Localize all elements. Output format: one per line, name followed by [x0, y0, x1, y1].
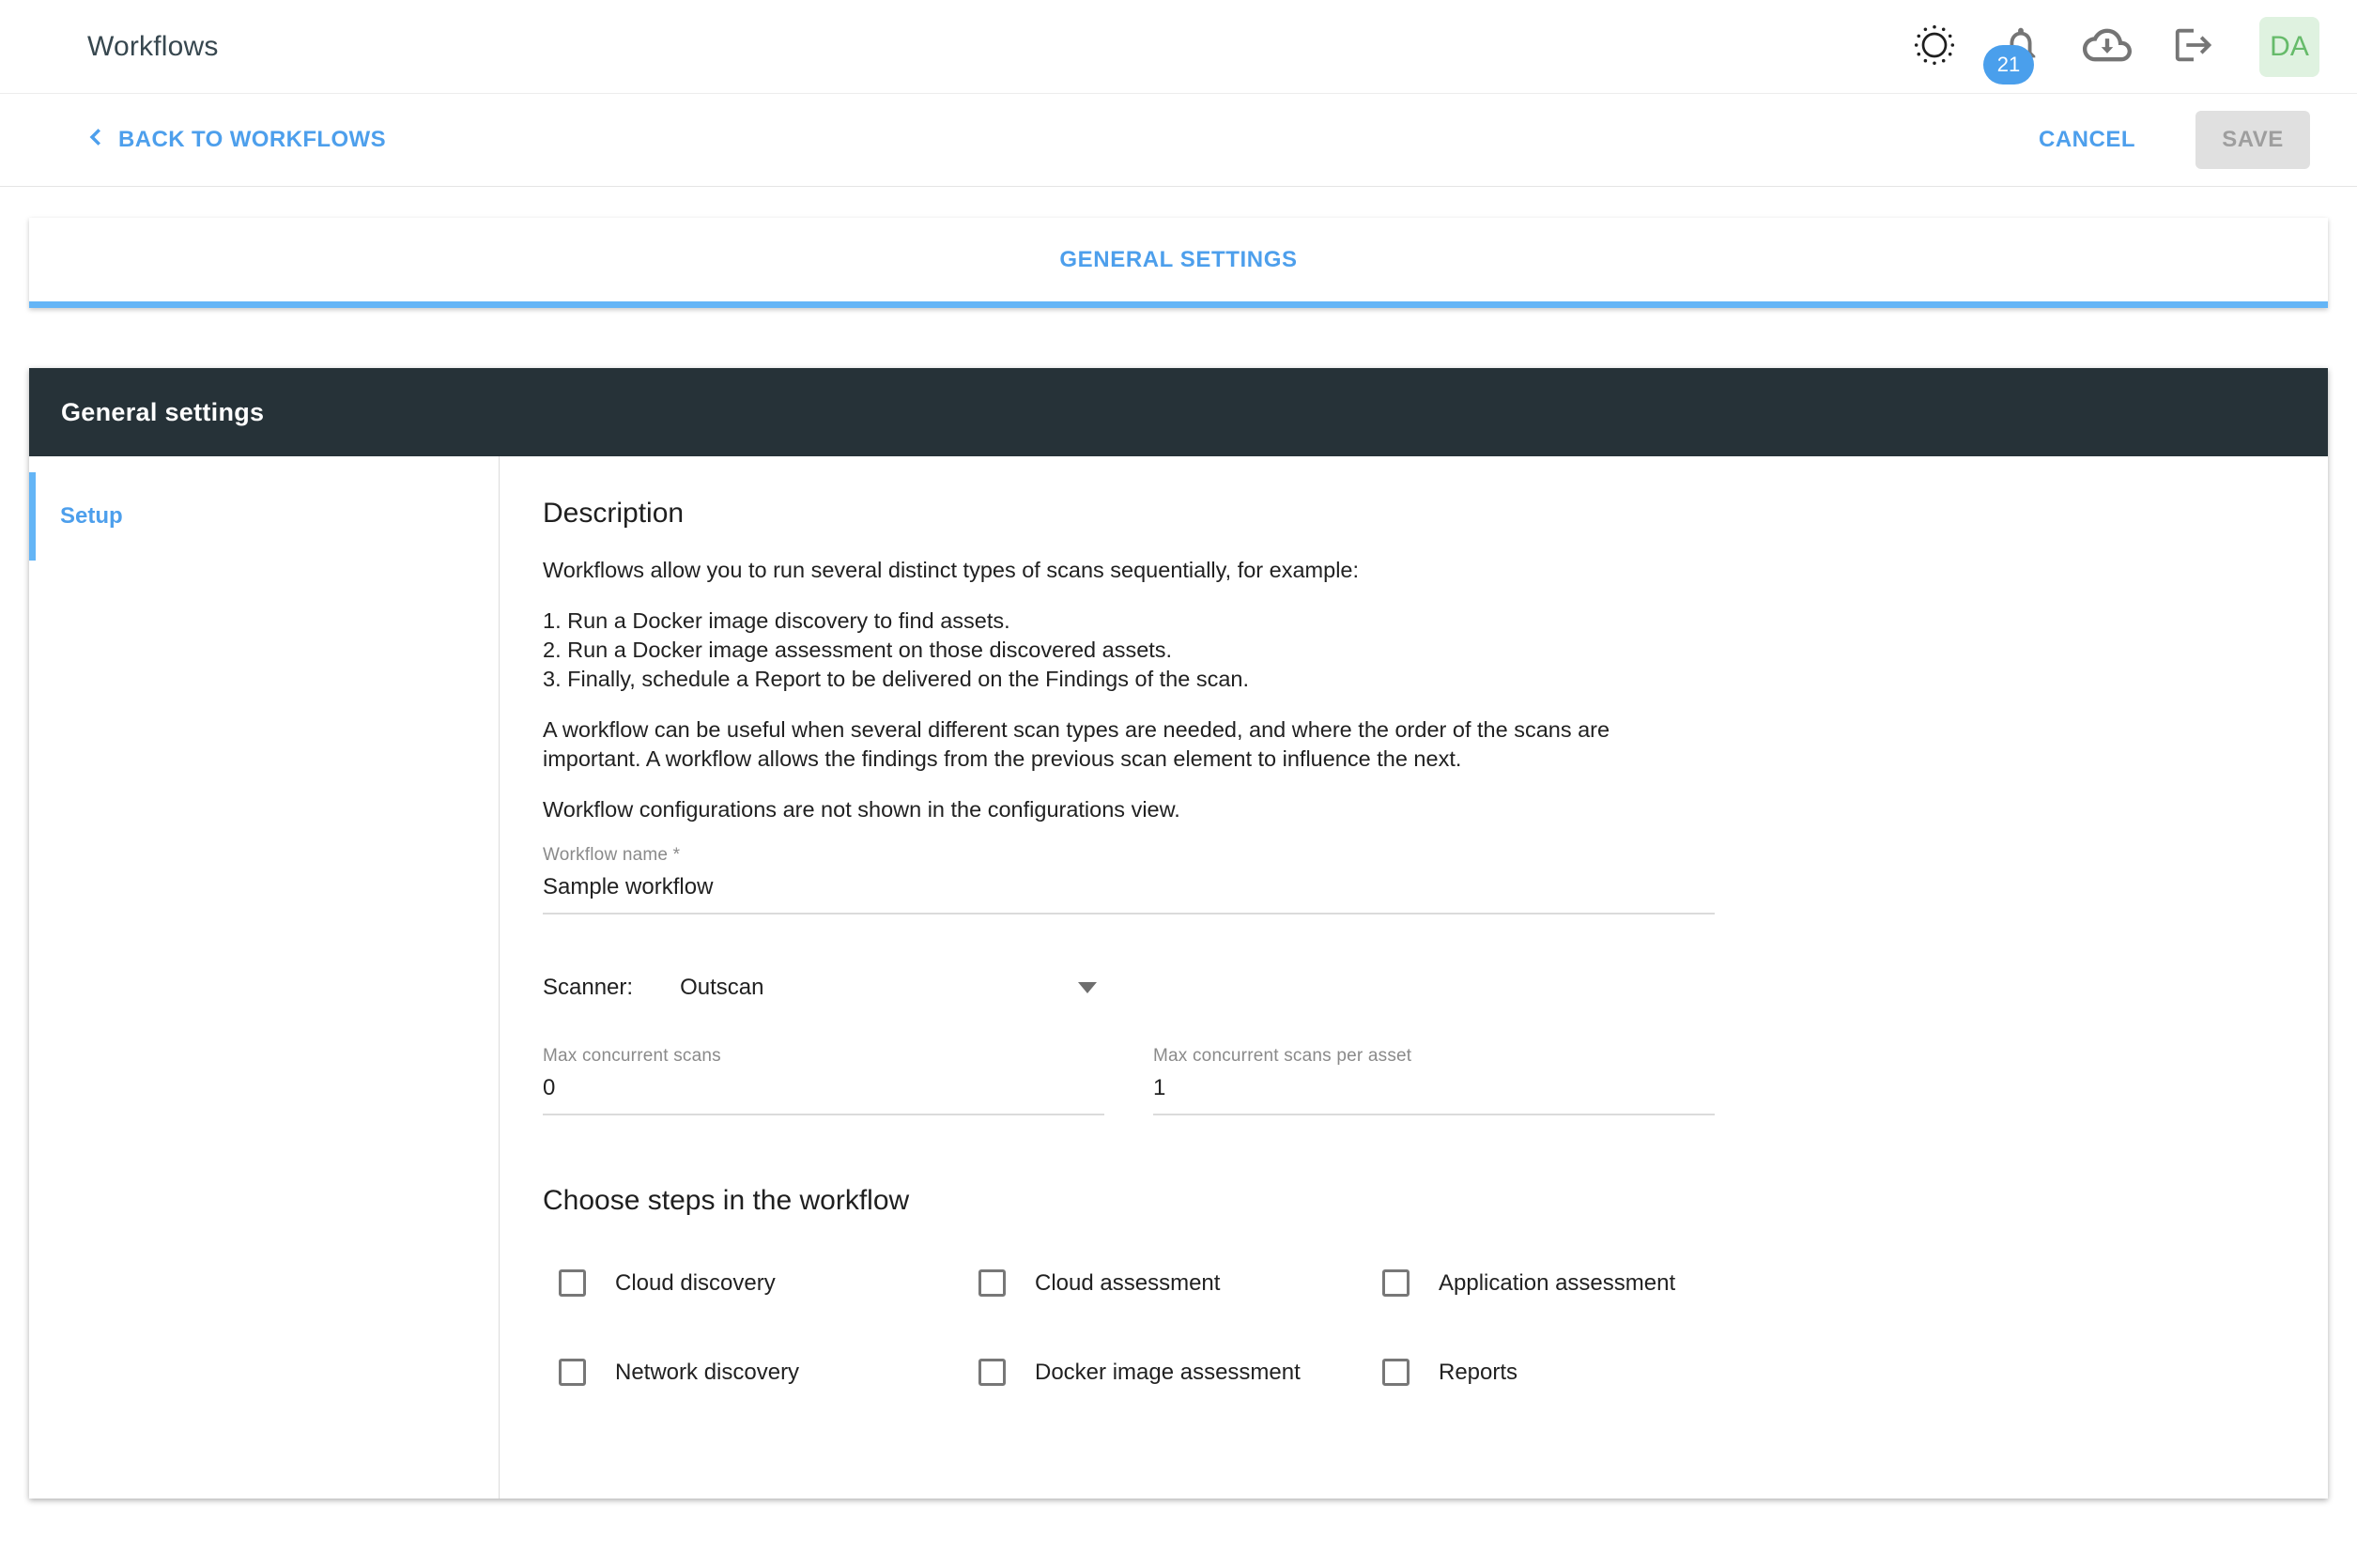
- app-bar: Workflows: [0, 0, 2357, 94]
- chevron-left-icon: [83, 124, 109, 157]
- logout-icon: [2172, 23, 2215, 69]
- option-label: Application assessment: [1439, 1270, 1675, 1297]
- description-heading: Description: [543, 498, 2328, 530]
- brightness-button[interactable]: [1910, 23, 1959, 71]
- description-steps: 1. Run a Docker image discovery to find …: [543, 607, 2328, 694]
- cancel-button[interactable]: CANCEL: [2039, 127, 2135, 153]
- scanner-selected-value: Outscan: [680, 975, 763, 1001]
- concurrency-fields: Max concurrent scans Max concurrent scan…: [543, 1046, 2328, 1115]
- max-concurrent-scans-input[interactable]: [543, 1067, 1104, 1115]
- panel-body: Setup Description Workflows allow you to…: [29, 456, 2328, 1499]
- option-docker-image-assessment[interactable]: Docker image assessment: [978, 1359, 1382, 1386]
- save-button[interactable]: SAVE: [2195, 111, 2310, 169]
- max-concurrent-scans-field: Max concurrent scans: [543, 1046, 1104, 1115]
- page-title: Workflows: [87, 31, 219, 63]
- max-concurrent-scans-per-asset-field: Max concurrent scans per asset: [1153, 1046, 1715, 1115]
- option-label: Cloud assessment: [1035, 1270, 1220, 1297]
- option-cloud-discovery[interactable]: Cloud discovery: [559, 1269, 978, 1297]
- option-label: Cloud discovery: [615, 1270, 776, 1297]
- description-intro: Workflows allow you to run several disti…: [543, 556, 1684, 585]
- option-reports[interactable]: Reports: [1382, 1359, 2328, 1386]
- tab-general-settings[interactable]: GENERAL SETTINGS: [1059, 247, 1297, 273]
- panel-header: General settings: [29, 368, 2328, 456]
- tab-bar: GENERAL SETTINGS: [29, 218, 2328, 308]
- panel-content: Description Workflows allow you to run s…: [500, 456, 2328, 1499]
- scanner-select[interactable]: Outscan: [680, 975, 1097, 1001]
- panel-sidebar: Setup: [29, 456, 500, 1499]
- back-to-workflows-link[interactable]: BACK TO WORKFLOWS: [83, 124, 386, 157]
- workflow-name-field: Workflow name *: [543, 845, 1715, 915]
- checkbox-application-assessment[interactable]: [1382, 1269, 1410, 1297]
- scanner-row: Scanner: Outscan: [543, 975, 1097, 1001]
- download-button[interactable]: [2083, 23, 2132, 71]
- max-concurrent-scans-per-asset-label: Max concurrent scans per asset: [1153, 1046, 1715, 1067]
- option-cloud-assessment[interactable]: Cloud assessment: [978, 1269, 1382, 1297]
- description-note2: Workflow configurations are not shown in…: [543, 795, 1684, 824]
- back-link-label: BACK TO WORKFLOWS: [118, 127, 386, 153]
- option-label: Reports: [1439, 1360, 1517, 1386]
- toolbar-buttons: CANCEL SAVE: [2039, 111, 2310, 169]
- description-step: 3. Finally, schedule a Report to be deli…: [543, 665, 2328, 694]
- notifications-button[interactable]: 21: [1996, 23, 2045, 71]
- workflow-steps-options: Cloud discovery Cloud assessment Applica…: [543, 1269, 2328, 1386]
- checkbox-cloud-assessment[interactable]: [978, 1269, 1006, 1297]
- option-label: Docker image assessment: [1035, 1360, 1301, 1386]
- workflow-name-label: Workflow name *: [543, 845, 1715, 866]
- max-concurrent-scans-per-asset-input[interactable]: [1153, 1067, 1715, 1115]
- avatar[interactable]: DA: [2259, 17, 2319, 77]
- brightness-icon: [1912, 23, 1957, 70]
- logout-button[interactable]: [2169, 23, 2218, 71]
- checkbox-reports[interactable]: [1382, 1359, 1410, 1386]
- checkbox-network-discovery[interactable]: [559, 1359, 586, 1386]
- option-label: Network discovery: [615, 1360, 799, 1386]
- panel-title: General settings: [61, 398, 264, 427]
- action-toolbar: BACK TO WORKFLOWS CANCEL SAVE: [0, 94, 2357, 187]
- description-step: 2. Run a Docker image assessment on thos…: [543, 636, 2328, 665]
- checkbox-docker-image-assessment[interactable]: [978, 1359, 1006, 1386]
- option-network-discovery[interactable]: Network discovery: [559, 1359, 978, 1386]
- workflow-name-input[interactable]: [543, 866, 1715, 915]
- notification-count-badge: 21: [1983, 45, 2034, 85]
- option-application-assessment[interactable]: Application assessment: [1382, 1269, 2328, 1297]
- sidebar-item-setup[interactable]: Setup: [29, 472, 499, 561]
- app-bar-actions: 21 DA: [1910, 17, 2319, 77]
- cloud-download-icon: [2083, 21, 2132, 72]
- description-step: 1. Run a Docker image discovery to find …: [543, 607, 2328, 636]
- scanner-label: Scanner:: [543, 975, 633, 1001]
- checkbox-cloud-discovery[interactable]: [559, 1269, 586, 1297]
- description-note1: A workflow can be useful when several di…: [543, 715, 1684, 774]
- general-settings-panel: General settings Setup Description Workf…: [29, 368, 2328, 1499]
- choose-steps-heading: Choose steps in the workflow: [543, 1185, 2328, 1217]
- dropdown-caret-icon: [1078, 982, 1097, 993]
- max-concurrent-scans-label: Max concurrent scans: [543, 1046, 1104, 1067]
